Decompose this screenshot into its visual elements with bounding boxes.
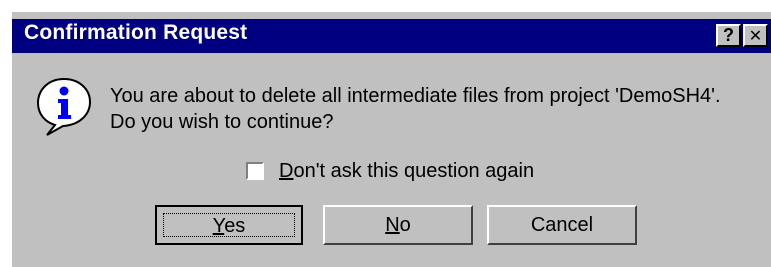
message-text: You are about to delete all intermediate…: [110, 83, 721, 135]
message-line-2: Do you wish to continue?: [110, 111, 334, 133]
yes-rest: es: [224, 215, 246, 237]
title-bar[interactable]: Confirmation Request ? ✕: [12, 19, 771, 53]
dont-ask-again-checkbox[interactable]: [246, 162, 264, 180]
yes-button[interactable]: Yes: [155, 205, 303, 245]
label-mnemonic: D: [279, 160, 294, 182]
yes-focus-rect: Yes: [163, 213, 295, 237]
no-mnemonic: N: [385, 214, 400, 236]
message-line-1: You are about to delete all intermediate…: [110, 85, 721, 107]
dialog-title: Confirmation Request: [24, 21, 248, 44]
no-button[interactable]: No: [323, 205, 473, 245]
close-icon: ✕: [748, 28, 763, 45]
close-button[interactable]: ✕: [743, 24, 768, 47]
no-rest: o: [399, 214, 411, 236]
cancel-button[interactable]: Cancel: [487, 205, 637, 245]
info-icon: [36, 77, 92, 136]
help-button[interactable]: ?: [716, 24, 741, 47]
label-rest: on't ask this question again: [293, 160, 535, 182]
yes-mnemonic: Y: [212, 215, 225, 237]
dont-ask-again-label[interactable]: Don't ask this question again: [279, 160, 534, 183]
